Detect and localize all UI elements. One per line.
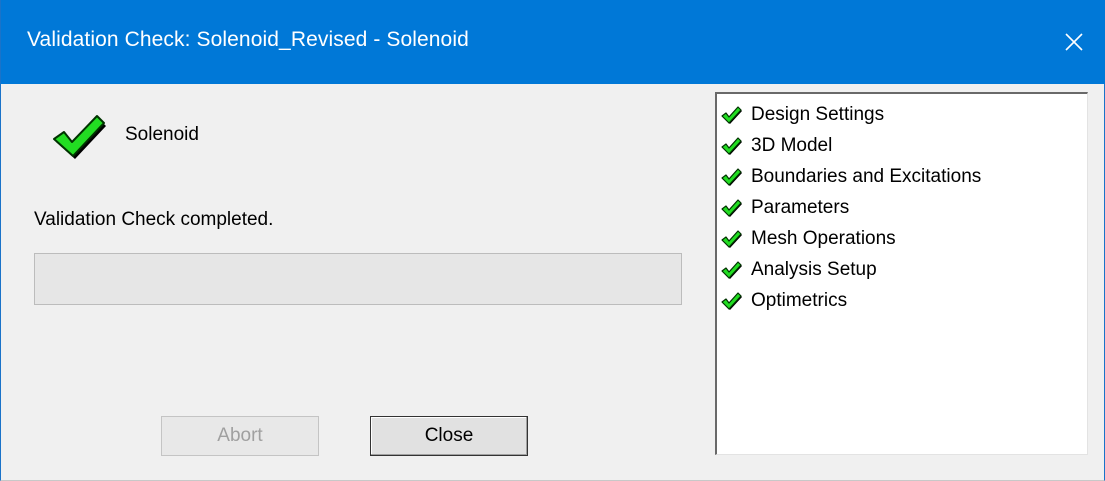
close-icon bbox=[1065, 33, 1083, 51]
check-list-item[interactable]: Analysis Setup bbox=[717, 254, 1087, 285]
check-item-label: Boundaries and Excitations bbox=[751, 165, 982, 187]
check-list-item[interactable]: 3D Model bbox=[717, 130, 1087, 161]
close-window-button[interactable] bbox=[1042, 0, 1105, 84]
check-list-item[interactable]: Optimetrics bbox=[717, 285, 1087, 316]
check-list-item[interactable]: Design Settings bbox=[717, 99, 1087, 130]
progress-bar bbox=[34, 253, 682, 305]
check-item-label: Parameters bbox=[751, 196, 850, 218]
validation-check-list[interactable]: Design Settings 3D Model Boundaries and Ex… bbox=[715, 92, 1088, 455]
window-title: Validation Check: Solenoid_Revised - Sol… bbox=[27, 28, 469, 51]
green-check-icon bbox=[721, 198, 742, 217]
design-name: Solenoid bbox=[125, 124, 199, 145]
green-check-icon bbox=[721, 291, 742, 310]
check-list-item[interactable]: Boundaries and Excitations bbox=[717, 161, 1087, 192]
check-list-item[interactable]: Mesh Operations bbox=[717, 223, 1087, 254]
green-check-icon bbox=[53, 115, 106, 159]
check-item-label: Analysis Setup bbox=[751, 258, 877, 280]
validation-check-dialog: Validation Check: Solenoid_Revised - Sol… bbox=[0, 0, 1105, 481]
status-message: Validation Check completed. bbox=[34, 209, 274, 230]
green-check-icon bbox=[721, 136, 742, 155]
check-item-label: 3D Model bbox=[751, 134, 833, 156]
check-item-label: Optimetrics bbox=[751, 289, 848, 311]
green-check-icon bbox=[721, 260, 742, 279]
green-check-icon bbox=[721, 229, 742, 248]
check-item-label: Design Settings bbox=[751, 103, 885, 125]
green-check-icon bbox=[721, 105, 742, 124]
close-button[interactable]: Close bbox=[370, 416, 528, 456]
check-list-item[interactable]: Parameters bbox=[717, 192, 1087, 223]
green-check-icon bbox=[721, 167, 742, 186]
abort-button[interactable]: Abort bbox=[161, 416, 319, 456]
title-bar[interactable]: Validation Check: Solenoid_Revised - Sol… bbox=[1, 0, 1105, 84]
check-item-label: Mesh Operations bbox=[751, 227, 896, 249]
